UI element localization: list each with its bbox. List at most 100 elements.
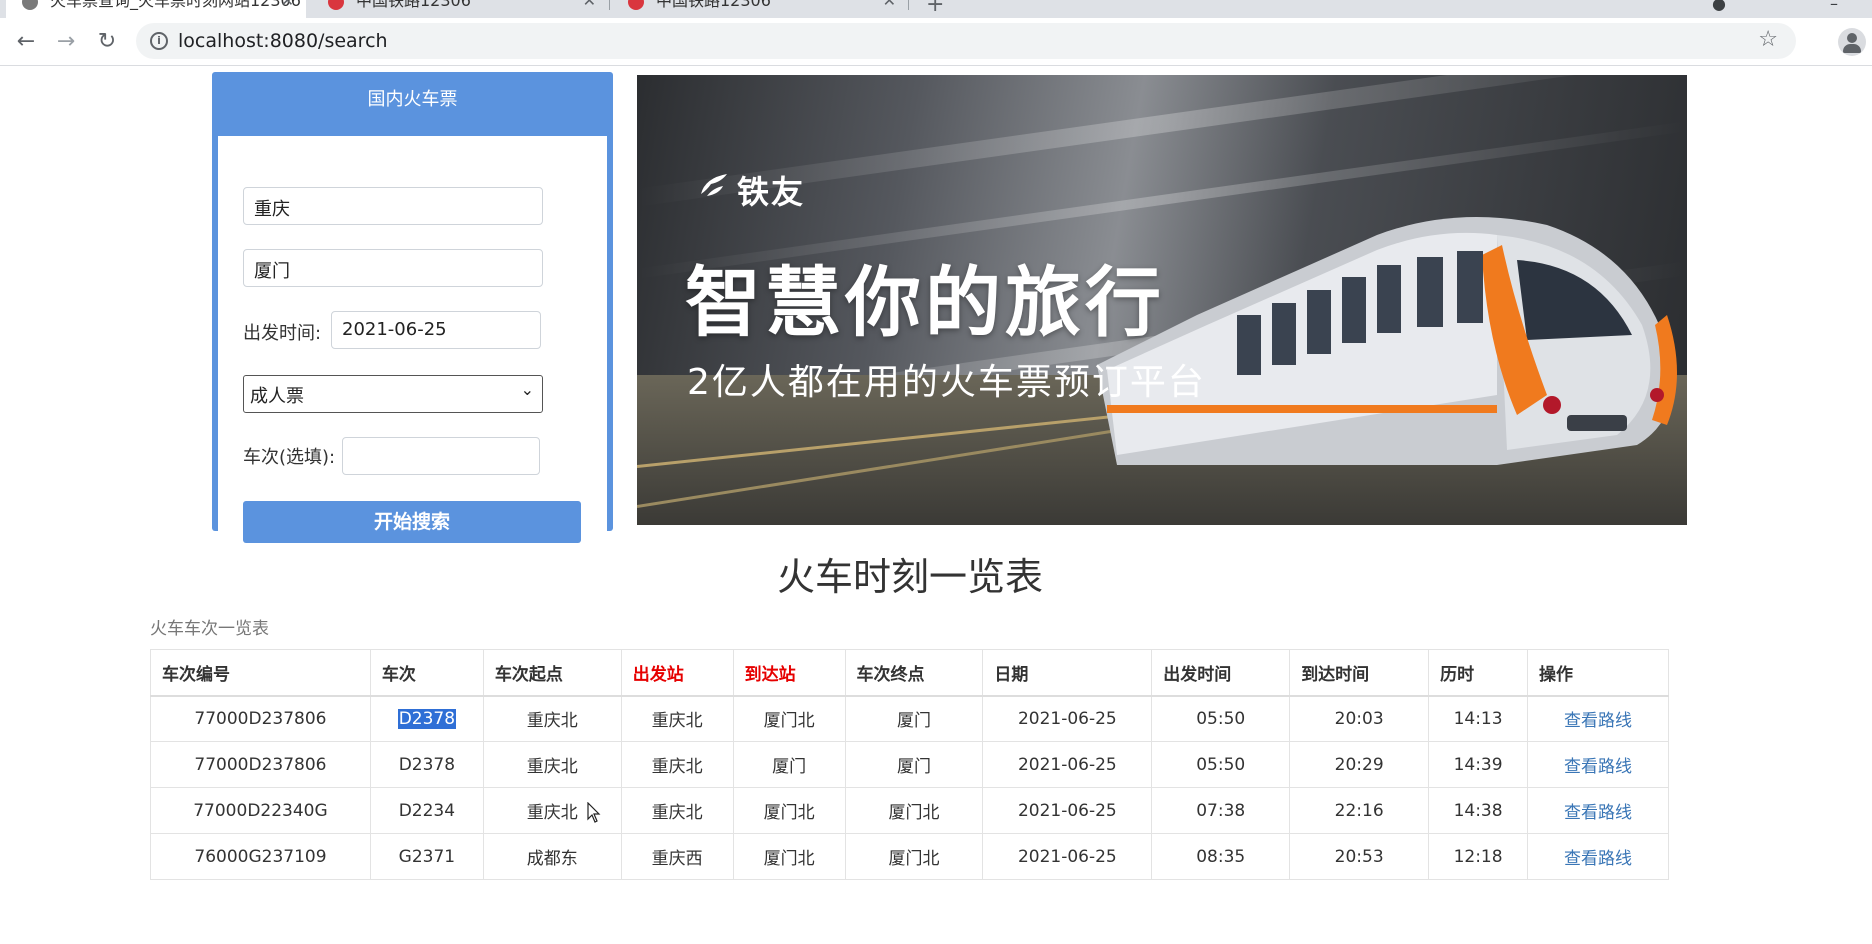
site-info-icon[interactable]: i bbox=[150, 32, 168, 50]
tab-separator bbox=[908, 0, 909, 10]
cell-departure-station: 重庆北 bbox=[620, 741, 734, 788]
cell-arrival-station: 厦门 bbox=[732, 741, 846, 788]
site-favicon-icon bbox=[328, 0, 344, 10]
tieyou-logo-icon bbox=[701, 174, 727, 196]
cell-arrival-station: 厦门北 bbox=[732, 833, 846, 880]
promo-banner[interactable]: 铁友 智慧你的旅行 2亿人都在用的火车票预订平台 bbox=[637, 75, 1687, 525]
timetable-title: 火车时刻一览表 bbox=[776, 555, 1043, 599]
reload-icon[interactable]: ↻ bbox=[93, 28, 121, 56]
cell-arrival-station: 厦门北 bbox=[732, 695, 846, 742]
site-favicon-icon bbox=[22, 0, 38, 10]
banner-subslogan: 2亿人都在用的火车票预订平台 bbox=[687, 362, 1206, 403]
close-tab-icon[interactable]: ✕ bbox=[883, 0, 896, 14]
banner-slogan: 智慧你的旅行 bbox=[685, 258, 1165, 347]
view-route-link[interactable]: 查看路线 bbox=[1527, 787, 1669, 834]
cell-train-code: 77000D22340G bbox=[150, 787, 371, 834]
cell-date: 2021-06-25 bbox=[982, 741, 1153, 788]
cell-date: 2021-06-25 bbox=[982, 833, 1153, 880]
tab-12306-a[interactable]: 中国铁路12306 ✕ bbox=[312, 0, 608, 18]
cell-terminus: 厦门 bbox=[844, 741, 984, 788]
tab-12306-b[interactable]: 中国铁路12306 ✕ bbox=[612, 0, 908, 18]
ticket-type-selected: 成人票 bbox=[250, 386, 304, 407]
cell-terminus: 厦门北 bbox=[844, 833, 984, 880]
cell-train-number: D2234 bbox=[369, 787, 484, 834]
cell-departure-time: 08:35 bbox=[1151, 833, 1291, 880]
cell-departure-station: 重庆西 bbox=[620, 833, 734, 880]
cell-arrival-time: 22:16 bbox=[1289, 787, 1430, 834]
bookmark-star-icon[interactable]: ☆ bbox=[1758, 27, 1778, 52]
cell-departure-time: 07:38 bbox=[1151, 787, 1291, 834]
col-duration: 历时 bbox=[1428, 649, 1529, 697]
col-arrival-station: 到达站 bbox=[732, 649, 846, 697]
date-label: 出发时间: bbox=[243, 323, 322, 344]
selected-text[interactable]: D2378 bbox=[397, 708, 457, 729]
cell-date: 2021-06-25 bbox=[982, 787, 1153, 834]
cell-origin: 重庆北 bbox=[482, 695, 622, 742]
cell-departure-time: 05:50 bbox=[1151, 695, 1291, 742]
cell-duration: 14:39 bbox=[1428, 741, 1529, 788]
cell-train-code: 77000D237806 bbox=[150, 741, 371, 788]
close-tab-icon[interactable]: ✕ bbox=[583, 0, 596, 14]
cell-duration: 14:13 bbox=[1428, 695, 1529, 742]
view-route-link[interactable]: 查看路线 bbox=[1527, 833, 1669, 880]
table-header-row: 车次编号 车次 车次起点 出发站 到达站 车次终点 日期 出发时间 到达时间 历… bbox=[150, 649, 1669, 697]
cell-arrival-time: 20:53 bbox=[1289, 833, 1430, 880]
forward-arrow-icon[interactable]: → bbox=[52, 28, 80, 56]
browser-tabstrip: 火车票查询_火车票时刻网站12306 ✕ 中国铁路12306 ✕ 中国铁路123… bbox=[0, 0, 1872, 18]
cell-terminus: 厦门北 bbox=[844, 787, 984, 834]
tab-title: 中国铁路12306 bbox=[356, 0, 471, 10]
from-station-input[interactable]: 重庆 bbox=[243, 187, 543, 225]
cell-train-code: 77000D237806 bbox=[150, 695, 371, 742]
cell-origin: 成都东 bbox=[482, 833, 622, 880]
address-url[interactable]: localhost:8080/search bbox=[178, 30, 388, 52]
cell-duration: 14:38 bbox=[1428, 787, 1529, 834]
col-train-code: 车次编号 bbox=[150, 649, 371, 697]
chevron-down-icon: ⌄ bbox=[520, 380, 534, 399]
view-route-link[interactable]: 查看路线 bbox=[1527, 695, 1669, 742]
view-route-link[interactable]: 查看路线 bbox=[1527, 741, 1669, 788]
train-illustration bbox=[1097, 217, 1677, 465]
table-row: 77000D237806 D2378 重庆北 重庆北 厦门北 厦门 2021-0… bbox=[150, 695, 1669, 742]
date-input[interactable]: 2021-06-25 bbox=[331, 311, 541, 349]
table-row: 77000D237806 D2378 重庆北 重庆北 厦门 厦门 2021-06… bbox=[150, 741, 1669, 788]
timetable-caption: 火车车次一览表 bbox=[150, 619, 269, 639]
cell-arrival-time: 20:29 bbox=[1289, 741, 1430, 788]
col-departure-station: 出发站 bbox=[620, 649, 734, 697]
cell-train-number: D2378 bbox=[369, 695, 484, 742]
tab-title: 中国铁路12306 bbox=[656, 0, 771, 10]
close-tab-icon[interactable]: ✕ bbox=[281, 0, 294, 14]
cell-arrival-time: 20:03 bbox=[1289, 695, 1430, 742]
panel-title: 国内火车票 bbox=[367, 89, 458, 110]
tab-active[interactable]: 火车票查询_火车票时刻网站12306 ✕ bbox=[6, 0, 306, 18]
col-arrival-time: 到达时间 bbox=[1289, 649, 1430, 697]
col-origin: 车次起点 bbox=[482, 649, 622, 697]
back-arrow-icon[interactable]: ← bbox=[12, 28, 40, 56]
col-departure-time: 出发时间 bbox=[1151, 649, 1291, 697]
cell-terminus: 厦门 bbox=[844, 695, 984, 742]
to-station-input[interactable]: 厦门 bbox=[243, 249, 543, 287]
cell-train-code: 76000G237109 bbox=[150, 833, 371, 880]
minimize-icon[interactable]: – bbox=[1830, 0, 1838, 13]
ticket-type-select[interactable]: 成人票 ⌄ bbox=[243, 375, 543, 413]
start-search-button[interactable]: 开始搜索 bbox=[243, 501, 581, 543]
col-terminus: 车次终点 bbox=[844, 649, 984, 697]
cell-train-number: D2378 bbox=[369, 741, 484, 788]
site-favicon-icon bbox=[628, 0, 644, 10]
cell-origin: 重庆北 bbox=[482, 741, 622, 788]
col-date: 日期 bbox=[982, 649, 1153, 697]
profile-avatar-icon[interactable] bbox=[1838, 28, 1866, 56]
mouse-cursor-icon bbox=[587, 802, 601, 823]
new-tab-icon[interactable]: + bbox=[926, 0, 944, 17]
tab-search-icon[interactable]: ● bbox=[1712, 0, 1726, 13]
tab-separator bbox=[609, 0, 610, 10]
cell-arrival-station: 厦门北 bbox=[732, 787, 846, 834]
train-number-input[interactable] bbox=[342, 437, 540, 475]
browser-toolbar: ← → ↻ i localhost:8080/search ☆ bbox=[0, 18, 1872, 66]
col-train-number: 车次 bbox=[369, 649, 484, 697]
cell-train-number: G2371 bbox=[369, 833, 484, 880]
cell-date: 2021-06-25 bbox=[982, 695, 1153, 742]
address-bar[interactable]: i localhost:8080/search ☆ bbox=[136, 23, 1796, 59]
tab-title: 火车票查询_火车票时刻网站12306 bbox=[50, 0, 301, 10]
banner-logo-text: 铁友 bbox=[737, 173, 806, 211]
cell-departure-time: 05:50 bbox=[1151, 741, 1291, 788]
